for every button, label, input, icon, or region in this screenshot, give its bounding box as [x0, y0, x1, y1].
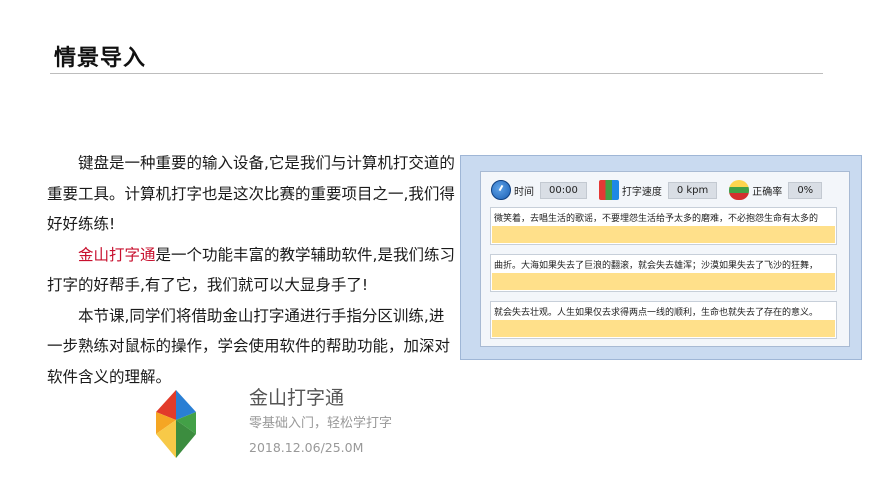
- intro-text: 键盘是一种重要的输入设备,它是我们与计算机打交道的重要工具。计算机打字也是这次比…: [47, 148, 455, 392]
- stat-time-value: 00:00: [540, 181, 587, 199]
- stat-speed-value: 0 kpm: [667, 181, 718, 199]
- typing-window: 时间 00:00 打字速度 0 kpm 正确率 0% 微笑着，去唱生活的歌谣，不…: [480, 171, 850, 347]
- product-logo-icon: [156, 390, 196, 458]
- typing-input[interactable]: [492, 226, 835, 243]
- product-highlight: 金山打字通: [78, 245, 156, 264]
- stat-speed-label: 打字速度: [621, 186, 662, 198]
- title-divider: [50, 73, 823, 74]
- stats-bar: 时间 00:00 打字速度 0 kpm 正确率 0%: [491, 178, 834, 202]
- slide-title: 情景导入: [54, 46, 147, 71]
- product-tagline: 零基础入门，轻松学打字: [249, 416, 393, 431]
- typing-lines: 微笑着，去唱生活的歌谣，不要埋怨生活给予太多的磨难，不必抱怨生命有太多的 曲折。…: [490, 207, 837, 348]
- typing-line: 就会失去壮观。人生如果仅去求得两点一线的顺利，生命也就失去了存在的意义。: [490, 301, 837, 339]
- stat-accuracy-value: 0%: [788, 181, 823, 199]
- paragraph-3: 本节课,同学们将借助金山打字通进行手指分区训练,进一步熟练对鼠标的操作，学会使用…: [47, 306, 451, 386]
- typing-app-screenshot: 时间 00:00 打字速度 0 kpm 正确率 0% 微笑着，去唱生活的歌谣，不…: [460, 155, 862, 360]
- source-text: 就会失去壮观。人生如果仅去求得两点一线的顺利，生命也就失去了存在的意义。: [494, 308, 819, 318]
- stat-accuracy: 正确率 0%: [729, 180, 823, 200]
- source-text: 曲折。大海如果失去了巨浪的翻滚，就会失去雄浑；沙漠如果失去了飞沙的狂舞，: [494, 261, 819, 271]
- typing-input[interactable]: [492, 320, 835, 337]
- typing-input[interactable]: [492, 273, 835, 290]
- product-name: 金山打字通: [249, 387, 345, 409]
- paragraph-1: 键盘是一种重要的输入设备,它是我们与计算机打交道的重要工具。计算机打字也是这次比…: [47, 154, 455, 233]
- clock-icon: [491, 180, 511, 200]
- stat-time-label: 时间: [514, 186, 534, 198]
- stat-speed: 打字速度 0 kpm: [598, 180, 718, 200]
- speed-icon: [598, 180, 619, 200]
- stat-time: 时间 00:00: [491, 180, 587, 200]
- paragraph-2: 金山打字通是一个功能丰富的教学辅助软件,是我们练习打字的好帮手,有了它，我们就可…: [47, 240, 455, 301]
- typing-line: 曲折。大海如果失去了巨浪的翻滚，就会失去雄浑；沙漠如果失去了飞沙的狂舞，: [490, 254, 837, 292]
- typing-line: 微笑着，去唱生活的歌谣，不要埋怨生活给予太多的磨难，不必抱怨生命有太多的: [490, 207, 837, 245]
- accuracy-icon: [729, 180, 750, 200]
- product-meta: 2018.12.06/25.0M: [249, 440, 364, 455]
- stat-accuracy-label: 正确率: [752, 186, 783, 198]
- source-text: 微笑着，去唱生活的歌谣，不要埋怨生活给予太多的磨难，不必抱怨生命有太多的: [494, 214, 819, 224]
